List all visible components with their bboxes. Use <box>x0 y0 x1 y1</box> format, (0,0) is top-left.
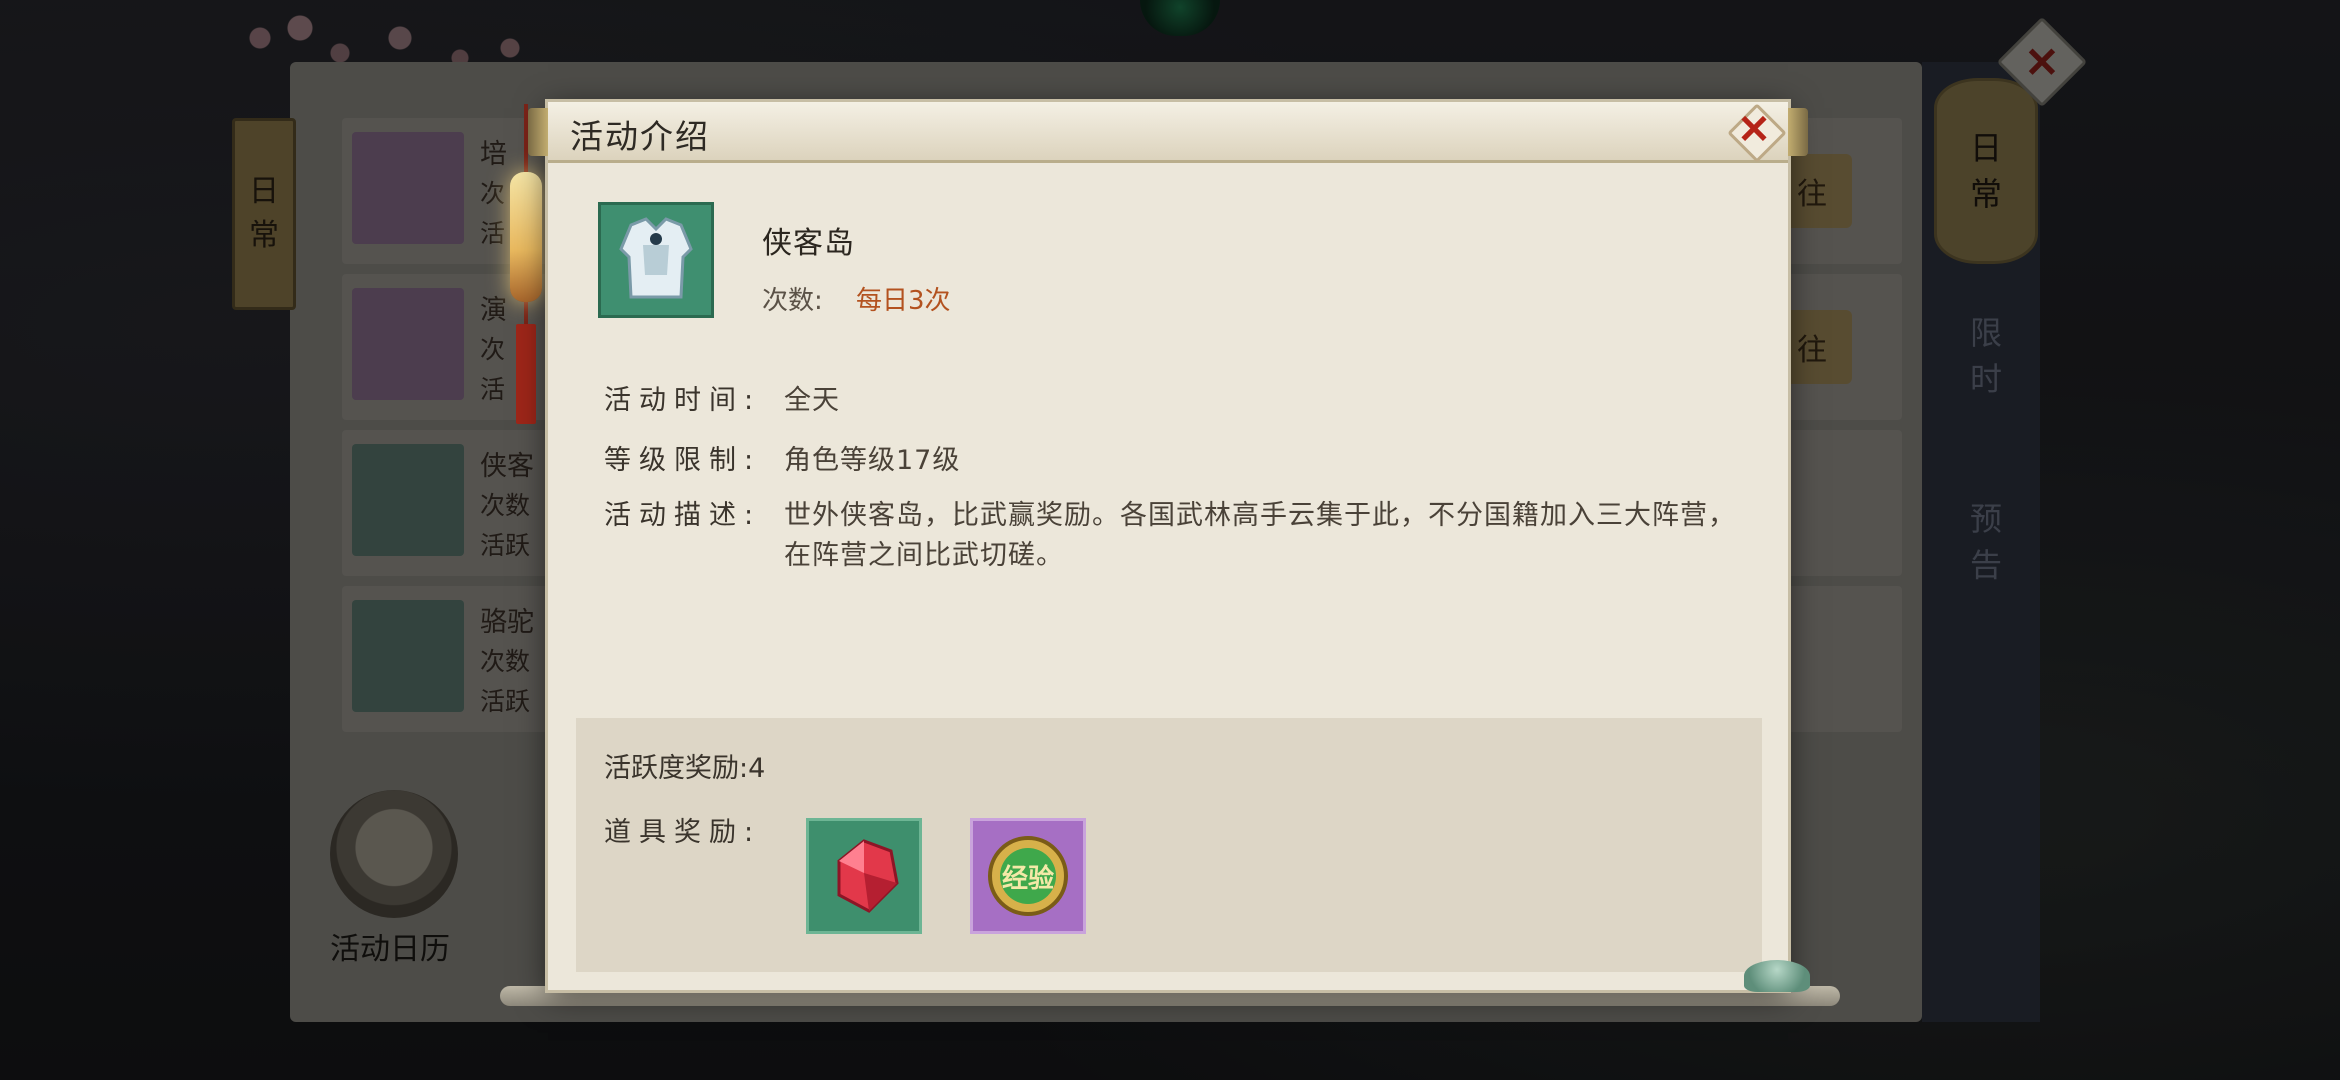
activity-time-label: 活动时间: <box>604 385 762 416</box>
close-button[interactable]: ✕ <box>1727 103 1787 163</box>
activity-points-label: 活跃度奖励: <box>604 753 749 784</box>
reward-section: 活跃度奖励:4 道具奖励: 经验 <box>576 718 1762 972</box>
lantern-icon <box>510 172 542 302</box>
level-limit-line: 等级限制: 角色等级17级 <box>604 438 960 477</box>
count-label: 次数: <box>762 286 823 316</box>
armor-graphic <box>619 217 693 299</box>
activity-time-value: 全天 <box>784 385 840 416</box>
red-gem-icon <box>837 839 899 913</box>
item-rewards-label: 道具奖励: <box>604 817 762 848</box>
activity-intro-dialog: 活动介绍 ✕ 侠客岛 次数: 每日3次 活动时间: 全天 等级限制: 角色等级17级… <box>528 102 1808 990</box>
exp-orb-label: 经验 <box>1002 863 1054 894</box>
activity-desc-text: 世外侠客岛，比武赢奖励。各国武林高手云集于此，不分国籍加入三大阵营，在阵营之间比… <box>784 500 1736 571</box>
reward-item-red-gem[interactable] <box>806 818 922 934</box>
lotus-ornament <box>1744 960 1810 992</box>
level-limit-value: 角色等级17级 <box>784 445 961 476</box>
scroll-rod-right <box>1788 108 1808 156</box>
lantern-tassel <box>516 324 536 424</box>
dialog-header: 活动介绍 ✕ <box>548 102 1788 163</box>
count-value: 每日3次 <box>856 286 951 316</box>
activity-description: 活动描述: 世外侠客岛，比武赢奖励。各国武林高手云集于此，不分国籍加入三大阵营，… <box>604 496 1744 576</box>
close-icon: ✕ <box>1737 108 1771 152</box>
activity-name: 侠客岛 <box>762 226 855 261</box>
exp-orb-icon: 经验 <box>988 836 1068 916</box>
activity-points-value: 4 <box>748 753 766 784</box>
white-armor-icon <box>598 202 714 318</box>
activity-desc-label: 活动描述: <box>604 500 762 531</box>
activity-time-line: 活动时间: 全天 <box>604 378 840 417</box>
dialog-title: 活动介绍 <box>570 117 710 156</box>
reward-item-exp[interactable]: 经验 <box>970 818 1086 934</box>
scroll-rod-left <box>528 108 548 156</box>
level-limit-label: 等级限制: <box>604 445 762 476</box>
activity-points-line: 活跃度奖励:4 <box>604 746 765 785</box>
